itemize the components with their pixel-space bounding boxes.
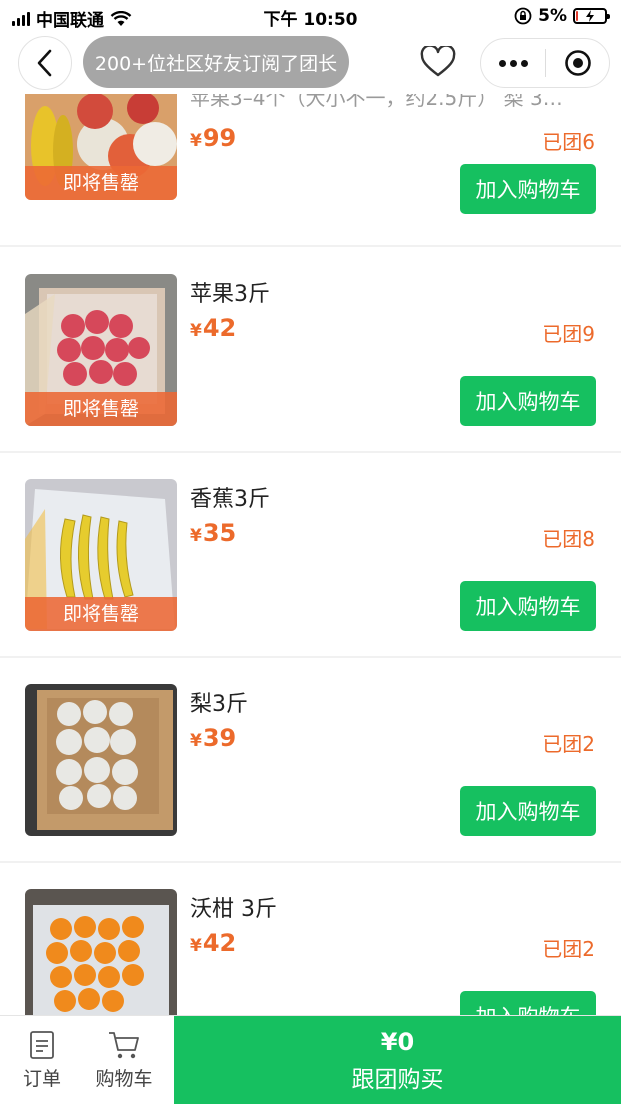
close-mini-program-button[interactable] bbox=[546, 49, 609, 77]
group-buy-count: 已团6 bbox=[542, 130, 595, 154]
battery-icon bbox=[573, 8, 610, 24]
sold-out-soon-badge: 即将售罄 bbox=[25, 597, 177, 631]
bottom-action-bar: 订单 购物车 ¥0 跟团购买 bbox=[0, 1015, 621, 1104]
target-circle-icon bbox=[564, 50, 591, 76]
product-name[interactable]: 梨3斤 bbox=[190, 686, 248, 718]
product-price: ¥35 bbox=[190, 519, 237, 547]
product-item[interactable]: 梨3斤 ¥39 已团2 加入购物车 bbox=[0, 658, 621, 863]
group-buy-count: 已团2 bbox=[542, 937, 595, 961]
product-list: 即将售罄 苹果3–4个（大小不一，约2.5斤） 梨 3… ¥99 已团6 加入购… bbox=[0, 94, 621, 1015]
product-image-mixed-fruit[interactable]: 即将售罄 bbox=[25, 94, 177, 200]
sold-out-soon-badge: 即将售罄 bbox=[25, 166, 177, 200]
product-item[interactable]: 即将售罄 香蕉3斤 ¥35 已团8 加入购物车 bbox=[0, 453, 621, 658]
product-price: ¥42 bbox=[190, 929, 237, 957]
checkout-label: 跟团购买 bbox=[351, 1066, 444, 1093]
product-image-pears[interactable] bbox=[25, 684, 177, 836]
product-price: ¥39 bbox=[190, 724, 237, 752]
product-name[interactable]: 香蕉3斤 bbox=[190, 481, 270, 513]
product-price: ¥99 bbox=[190, 124, 237, 152]
group-buy-checkout-button[interactable]: ¥0 跟团购买 bbox=[174, 1016, 621, 1104]
add-to-cart-button[interactable]: 加入购物车 bbox=[460, 376, 596, 426]
back-arrow-icon bbox=[37, 49, 52, 77]
heart-icon[interactable] bbox=[420, 46, 456, 78]
cart-tab[interactable]: 购物车 bbox=[86, 1016, 162, 1104]
mini-program-header: 200+位社区好友订阅了团长 bbox=[0, 32, 621, 94]
add-to-cart-button[interactable]: 加入购物车 bbox=[460, 786, 596, 836]
product-name[interactable]: 苹果3斤 bbox=[190, 276, 270, 308]
sold-out-soon-badge: 即将售罄 bbox=[25, 392, 177, 426]
add-to-cart-button[interactable]: 加入购物车 bbox=[460, 991, 596, 1015]
group-buy-count: 已团2 bbox=[542, 732, 595, 756]
product-image-apples[interactable]: 即将售罄 bbox=[25, 274, 177, 426]
back-button[interactable] bbox=[18, 36, 72, 90]
product-image-bananas[interactable]: 即将售罄 bbox=[25, 479, 177, 631]
cart-label: 购物车 bbox=[95, 1068, 153, 1090]
cart-total: ¥0 bbox=[380, 1027, 415, 1056]
product-item[interactable]: 即将售罄 苹果3–4个（大小不一，约2.5斤） 梨 3… ¥99 已团6 加入购… bbox=[0, 94, 621, 247]
lock-rotation-icon bbox=[514, 7, 532, 25]
product-name[interactable]: 沃柑 3斤 bbox=[190, 891, 277, 923]
more-dots-icon[interactable] bbox=[481, 59, 545, 67]
group-buy-count: 已团8 bbox=[542, 527, 595, 551]
group-buy-count: 已团9 bbox=[542, 322, 595, 346]
add-to-cart-button[interactable]: 加入购物车 bbox=[460, 581, 596, 631]
orders-tab[interactable]: 订单 bbox=[14, 1016, 70, 1104]
product-item[interactable]: 即将售罄 苹果3斤 ¥42 已团9 加入购物车 bbox=[0, 248, 621, 453]
product-price: ¥42 bbox=[190, 314, 237, 342]
product-name[interactable]: 苹果3–4个（大小不一，约2.5斤） 梨 3… bbox=[190, 94, 590, 111]
battery-percent: 5% bbox=[538, 6, 567, 26]
add-to-cart-button[interactable]: 加入购物车 bbox=[460, 164, 596, 214]
product-item[interactable]: 沃柑 3斤 ¥42 已团2 加入购物车 bbox=[0, 863, 621, 1015]
subscriber-count-pill[interactable]: 200+位社区好友订阅了团长 bbox=[83, 36, 349, 88]
order-list-icon bbox=[30, 1031, 54, 1059]
product-image-tangerines[interactable] bbox=[25, 889, 177, 1015]
shopping-cart-icon bbox=[109, 1032, 139, 1059]
capsule-menu bbox=[480, 38, 610, 88]
orders-label: 订单 bbox=[22, 1068, 61, 1090]
status-bar: 中国联通 下午 10:50 5% bbox=[0, 0, 621, 32]
